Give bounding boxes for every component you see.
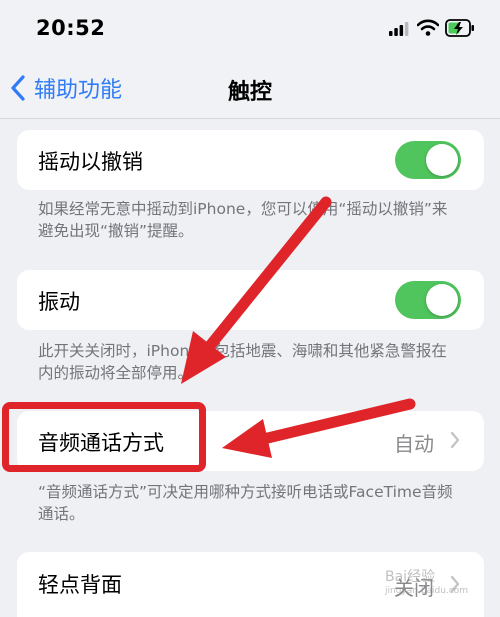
annotation-arrow-horizontal [222,398,416,458]
watermark: Bai经验 jingyan.baidu.com [385,566,468,596]
annotation-arrows [181,196,416,458]
annotation-arrow-diagonal [181,196,332,384]
watermark-text: Bai经验 [385,569,436,585]
watermark-url: jingyan.baidu.com [385,586,469,596]
